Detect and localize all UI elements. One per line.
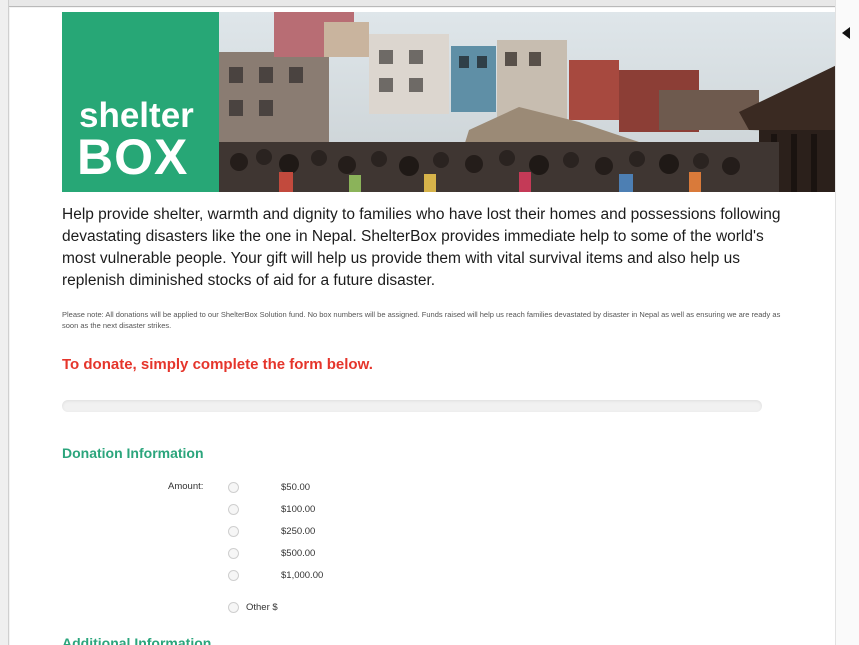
amount-radio[interactable] [228,548,239,559]
other-amount-radio[interactable] [228,602,239,613]
other-amount-label: Other $ [246,602,278,613]
amount-option-label: $250.00 [281,526,316,537]
donation-note: Please note: All donations will be appli… [62,310,781,330]
donation-information-heading: Donation Information [62,445,204,461]
collapse-arrow-icon[interactable] [842,27,850,39]
donation-page: shelter BOX Help provide shelter, warmth… [10,8,835,645]
amount-option-label: $100.00 [281,504,316,515]
amount-option-500[interactable]: $500.00 [228,547,388,561]
amount-radio[interactable] [228,482,239,493]
amount-option-1000[interactable]: $1,000.00 [228,569,388,583]
amount-option-label: $1,000.00 [281,570,324,581]
amount-option-other[interactable]: Other $ [228,601,328,615]
amount-option-100[interactable]: $100.00 [228,503,388,517]
amount-option-label: $500.00 [281,548,316,559]
form-call-to-action: To donate, simply complete the form belo… [62,356,373,373]
amount-radio[interactable] [228,504,239,515]
browser-left-border [0,0,9,645]
amount-option-250[interactable]: $250.00 [228,525,388,539]
right-gutter [835,0,859,645]
section-divider [62,400,762,412]
intro-paragraph: Help provide shelter, warmth and dignity… [62,206,781,289]
shelterbox-logo[interactable]: shelter BOX [62,12,219,192]
amount-option-50[interactable]: $50.00 [228,481,388,495]
logo-word-box: BOX [77,129,189,185]
browser-top-border [0,0,859,7]
amount-radio[interactable] [228,526,239,537]
amount-option-label: $50.00 [281,482,311,493]
amount-label: Amount: [168,481,204,492]
logo-word-shelter: shelter [79,96,194,135]
additional-information-heading: Additional Information [62,635,212,645]
header-banner: shelter BOX [62,12,835,192]
nepal-disaster-photo [219,12,835,192]
amount-radio[interactable] [228,570,239,581]
